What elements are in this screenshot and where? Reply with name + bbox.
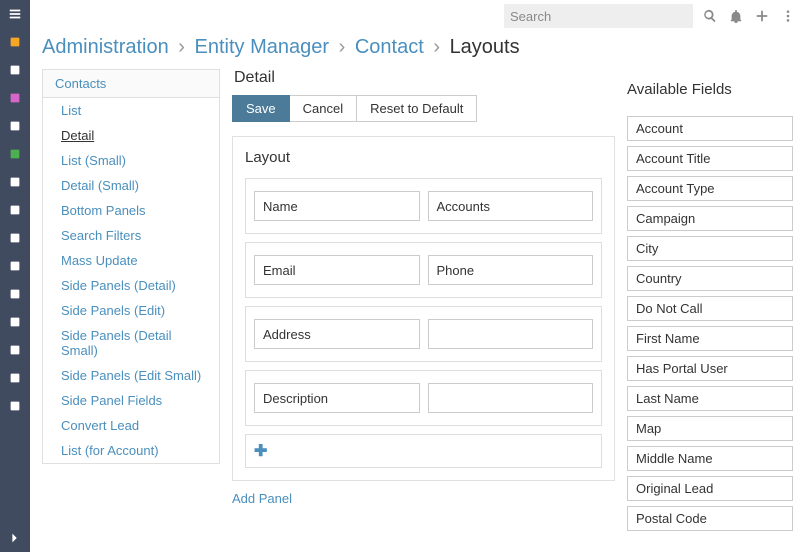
layouts-menu-item[interactable]: Convert Lead <box>43 413 219 438</box>
breadcrumb-current: Layouts <box>450 36 520 58</box>
layouts-menu-item[interactable]: List <box>43 98 219 123</box>
available-field[interactable]: Account Type <box>627 176 793 201</box>
layout-cell[interactable]: Description <box>254 383 420 413</box>
app-sidebar <box>0 0 30 552</box>
layouts-menu: Contacts ListDetailList (Small)Detail (S… <box>42 69 220 464</box>
list-icon[interactable] <box>0 392 30 420</box>
doc1-icon[interactable] <box>0 196 30 224</box>
available-field[interactable]: Postal Code <box>627 506 793 531</box>
layout-row[interactable]: Address <box>245 306 602 362</box>
layout-cell[interactable] <box>428 319 594 349</box>
available-field[interactable]: Middle Name <box>627 446 793 471</box>
search-icon[interactable] <box>701 7 719 25</box>
layout-section-title: Layout <box>245 149 602 166</box>
layouts-menu-item[interactable]: Detail <box>43 123 219 148</box>
available-field[interactable]: Do Not Call <box>627 296 793 321</box>
breadcrumb-contact[interactable]: Contact <box>355 36 424 58</box>
layouts-menu-item[interactable]: Side Panels (Edit Small) <box>43 363 219 388</box>
add-row-icon[interactable]: ✚ <box>254 443 267 460</box>
save-button[interactable]: Save <box>232 95 290 122</box>
layouts-menu-item[interactable]: List (Small) <box>43 148 219 173</box>
layout-cell[interactable]: Phone <box>428 255 594 285</box>
search-input[interactable] <box>504 4 693 28</box>
page-header <box>30 0 805 32</box>
available-field[interactable]: Account <box>627 116 793 141</box>
chart-icon[interactable] <box>0 168 30 196</box>
currency-icon[interactable] <box>0 140 30 168</box>
menu-icon[interactable] <box>0 0 30 28</box>
layout-cell[interactable]: Email <box>254 255 420 285</box>
layout-row[interactable]: Description <box>245 370 602 426</box>
layout-cell[interactable]: Accounts <box>428 191 594 221</box>
available-field[interactable]: City <box>627 236 793 261</box>
available-field[interactable]: Original Lead <box>627 476 793 501</box>
dashboard-icon[interactable] <box>0 28 30 56</box>
available-field[interactable]: Has Portal User <box>627 356 793 381</box>
available-field[interactable]: First Name <box>627 326 793 351</box>
doc3-icon[interactable] <box>0 252 30 280</box>
layouts-menu-item[interactable]: Search Filters <box>43 223 219 248</box>
layouts-menu-title: Contacts <box>43 70 219 98</box>
reset-button[interactable]: Reset to Default <box>357 95 477 122</box>
available-field[interactable]: Campaign <box>627 206 793 231</box>
cancel-button[interactable]: Cancel <box>290 95 357 122</box>
module-a-icon[interactable] <box>0 56 30 84</box>
layouts-menu-item[interactable]: List (for Account) <box>43 438 219 463</box>
layouts-menu-item[interactable]: Mass Update <box>43 248 219 273</box>
available-field[interactable]: Last Name <box>627 386 793 411</box>
layouts-menu-item[interactable]: Side Panels (Detail) <box>43 273 219 298</box>
layout-cell[interactable] <box>428 383 594 413</box>
layout-row[interactable]: Name Accounts <box>245 178 602 234</box>
page-title: Detail <box>232 69 615 87</box>
module-b-icon[interactable] <box>0 84 30 112</box>
bell-icon[interactable] <box>727 7 745 25</box>
layouts-menu-item[interactable]: Detail (Small) <box>43 173 219 198</box>
layout-cell[interactable]: Name <box>254 191 420 221</box>
layout-cell[interactable]: Address <box>254 319 420 349</box>
plus-icon[interactable] <box>753 7 771 25</box>
available-field[interactable]: Map <box>627 416 793 441</box>
calendar-icon[interactable] <box>0 364 30 392</box>
box-icon[interactable] <box>0 280 30 308</box>
available-field[interactable]: Account Title <box>627 146 793 171</box>
layouts-menu-item[interactable]: Bottom Panels <box>43 198 219 223</box>
breadcrumb: Administration › Entity Manager › Contac… <box>30 32 805 69</box>
layouts-menu-item[interactable]: Side Panels (Edit) <box>43 298 219 323</box>
doc2-icon[interactable] <box>0 224 30 252</box>
layout-editor: Detail Save Cancel Reset to Default Layo… <box>232 69 615 506</box>
available-field[interactable]: Country <box>627 266 793 291</box>
add-panel-link[interactable]: Add Panel <box>232 491 292 506</box>
layouts-menu-item[interactable]: Side Panel Fields <box>43 388 219 413</box>
module-c-icon[interactable] <box>0 112 30 140</box>
sidebar-expand-icon[interactable] <box>0 524 30 552</box>
more-icon[interactable] <box>779 7 797 25</box>
layout-row[interactable]: Email Phone <box>245 242 602 298</box>
breadcrumb-entity-manager[interactable]: Entity Manager <box>195 36 330 58</box>
mail-icon[interactable] <box>0 308 30 336</box>
layouts-menu-item[interactable]: Side Panels (Detail Small) <box>43 323 219 363</box>
briefcase-icon[interactable] <box>0 336 30 364</box>
breadcrumb-administration[interactable]: Administration <box>42 36 169 58</box>
available-fields-title: Available Fields <box>627 69 793 98</box>
available-fields-panel: Available Fields Account Account Title Acc… <box>627 69 793 536</box>
